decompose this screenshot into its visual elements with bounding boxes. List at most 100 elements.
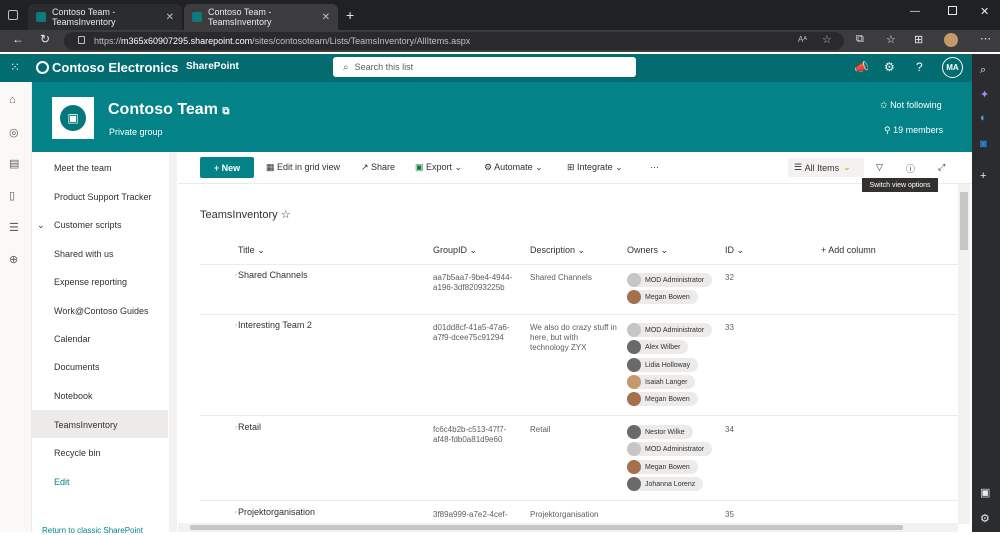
user-avatar[interactable]: MA <box>942 57 963 78</box>
row-1-title[interactable]: ⸂Shared Channels <box>235 270 308 282</box>
tab-actions-icon[interactable] <box>8 10 18 20</box>
app-name[interactable]: SharePoint <box>186 61 239 72</box>
favorites-icon[interactable]: ☆ <box>886 33 896 46</box>
new-button[interactable]: + New <box>200 157 254 178</box>
owner-pill[interactable]: Nestor Wilke <box>627 425 693 439</box>
search-input[interactable]: ⌕ Search this list <box>333 57 636 77</box>
column-header-groupid[interactable]: GroupID ⌄ <box>433 245 477 256</box>
nav-edit-link[interactable]: Edit <box>54 477 70 487</box>
column-header-description[interactable]: Description ⌄ <box>530 245 585 256</box>
nav-item-expense-reporting[interactable]: Expense reporting <box>54 277 127 287</box>
owner-pill[interactable]: Megan Bowen <box>627 392 698 406</box>
new-tab-plus-icon[interactable]: + <box>346 7 354 23</box>
horizontal-scroll-thumb[interactable] <box>190 525 903 530</box>
brand-logo[interactable]: Contoso Electronics <box>36 60 178 75</box>
row-4-title[interactable]: ⸂Projektorganisation <box>235 507 315 519</box>
automate-button[interactable]: ⚙ Automate ⌄ <box>484 162 543 173</box>
refresh-icon[interactable]: ↻ <box>40 32 50 46</box>
app-launcher-icon[interactable]: ⁙ <box>10 60 20 74</box>
column-header-owners[interactable]: Owners ⌄ <box>627 245 668 256</box>
info-icon[interactable]: ⓘ <box>906 162 915 175</box>
owner-pill[interactable]: Lidia Holloway <box>627 358 699 372</box>
megaphone-icon[interactable]: 📣 <box>854 60 869 74</box>
games-icon[interactable]: ◐ <box>980 112 987 124</box>
favorite-add-icon[interactable]: ☆ <box>822 33 832 46</box>
export-button[interactable]: ▣ Export ⌄ <box>415 162 462 173</box>
nav-item-teamsinventory[interactable]: TeamsInventory <box>54 420 118 430</box>
news-icon[interactable]: ▤ <box>9 157 19 170</box>
lock-icon[interactable] <box>78 36 85 44</box>
row-1-groupid: aa7b5aa7-9be4-4944- a196-3df82093225b <box>433 273 512 293</box>
column-header-id[interactable]: ID ⌄ <box>725 245 744 256</box>
integrate-button[interactable]: ⊞ Integrate ⌄ <box>567 162 623 173</box>
edit-grid-button[interactable]: ▦ Edit in grid view <box>266 162 340 173</box>
filter-icon[interactable]: ▽ <box>876 162 883 173</box>
column-header-title[interactable]: Title ⌄ <box>238 245 265 256</box>
row-2-id: 33 <box>725 323 734 332</box>
nav-item-notebook[interactable]: Notebook <box>54 391 93 401</box>
owner-pill[interactable]: MOD Administrator <box>627 273 713 287</box>
teams-icon[interactable]: ⧉ <box>222 106 229 117</box>
copilot-icon[interactable]: ✦ <box>980 88 989 101</box>
help-icon[interactable]: ? <box>916 60 923 74</box>
chevron-down-icon[interactable]: ⌄ <box>37 220 45 231</box>
owner-pill[interactable]: Johanna Lorenz <box>627 477 704 491</box>
row-2-desc-line2: here, but with <box>530 333 579 342</box>
site-logo[interactable]: ▣ <box>52 97 94 139</box>
extensions-icon[interactable]: ⧉ <box>856 33 864 46</box>
nav-item-documents[interactable]: Documents <box>54 362 100 372</box>
vertical-scroll-thumb[interactable] <box>960 192 968 250</box>
owner-pill[interactable]: MOD Administrator <box>627 323 713 337</box>
add-sidebar-icon[interactable]: + <box>980 170 986 182</box>
view-switcher[interactable]: ☰ All Items ⌄ <box>788 158 864 177</box>
owner-pill[interactable]: MOD Administrator <box>627 442 713 456</box>
favorite-star-icon[interactable]: ☆ <box>281 209 291 221</box>
follow-button[interactable]: ✩ Not following <box>880 100 942 111</box>
expand-icon[interactable]: ⤢ <box>938 162 945 173</box>
globe-icon[interactable]: ◎ <box>9 126 19 139</box>
create-icon[interactable]: ⊕ <box>9 253 18 266</box>
owner-pill[interactable]: Megan Bowen <box>627 290 698 304</box>
files-icon[interactable]: ▯ <box>9 189 15 202</box>
close-tab-icon[interactable]: ✕ <box>166 12 174 23</box>
row-2-title[interactable]: ⸂Interesting Team 2 <box>235 320 312 332</box>
home-icon[interactable]: ⌂ <box>9 94 16 106</box>
gear-icon[interactable]: ⚙ <box>884 60 895 74</box>
site-title[interactable]: Contoso Team ⧉ <box>108 101 230 119</box>
nav-item-meet-the-team[interactable]: Meet the team <box>54 163 112 173</box>
read-aloud-icon[interactable]: Aᴬ <box>798 35 807 44</box>
close-window-icon[interactable]: ✕ <box>980 5 989 18</box>
profile-avatar-icon[interactable] <box>944 33 958 47</box>
add-column-button[interactable]: + Add column <box>821 245 876 255</box>
more-commands-button[interactable]: ··· <box>650 162 659 172</box>
gear-icon[interactable]: ⚙ <box>980 512 990 525</box>
share-button[interactable]: ↗ Share <box>361 162 395 173</box>
row-3-title[interactable]: ⸂Retail <box>235 422 261 434</box>
sidebar-layout-icon[interactable]: ▣ <box>980 486 990 499</box>
nav-item-shared-with-us[interactable]: Shared with us <box>54 249 114 259</box>
nav-item-customer-scripts[interactable]: Customer scripts <box>54 220 122 230</box>
nav-item-calendar[interactable]: Calendar <box>54 334 91 344</box>
collections-icon[interactable]: ⊞ <box>914 33 923 46</box>
minimize-icon[interactable]: — <box>910 6 920 17</box>
owner-pill[interactable]: Alex Wilber <box>627 340 689 354</box>
members-button[interactable]: ⚲ 19 members <box>884 125 943 136</box>
search-icon[interactable]: ⌕ <box>980 64 986 77</box>
nav-item-recycle-bin[interactable]: Recycle bin <box>54 448 101 458</box>
back-arrow-icon[interactable]: ← <box>12 32 24 46</box>
owner-pill[interactable]: Megan Bowen <box>627 460 698 474</box>
close-tab-icon[interactable]: ✕ <box>322 12 330 23</box>
row-2-title-text: Interesting Team 2 <box>238 320 312 330</box>
address-bar[interactable]: https://m365x60907295.sharepoint.com/sit… <box>64 32 844 50</box>
maximize-icon[interactable] <box>948 6 957 15</box>
nav-item-work-guides[interactable]: Work@Contoso Guides <box>54 306 149 316</box>
outlook-icon[interactable]: ◙ <box>980 138 987 150</box>
settings-more-icon[interactable]: ⋯ <box>980 32 991 45</box>
nav-item-product-support[interactable]: Product Support Tracker <box>54 192 152 202</box>
browser-tab-1[interactable]: Contoso Team - TeamsInventory ✕ <box>28 4 182 30</box>
classic-link[interactable]: Return to classic SharePoint <box>42 526 143 535</box>
owner-pill[interactable]: Isaiah Langer <box>627 375 696 389</box>
nav-scrollbar[interactable] <box>169 152 177 532</box>
browser-tab-2[interactable]: Contoso Team - TeamsInventory ✕ <box>184 4 338 30</box>
lists-icon[interactable]: ☰ <box>9 221 19 234</box>
